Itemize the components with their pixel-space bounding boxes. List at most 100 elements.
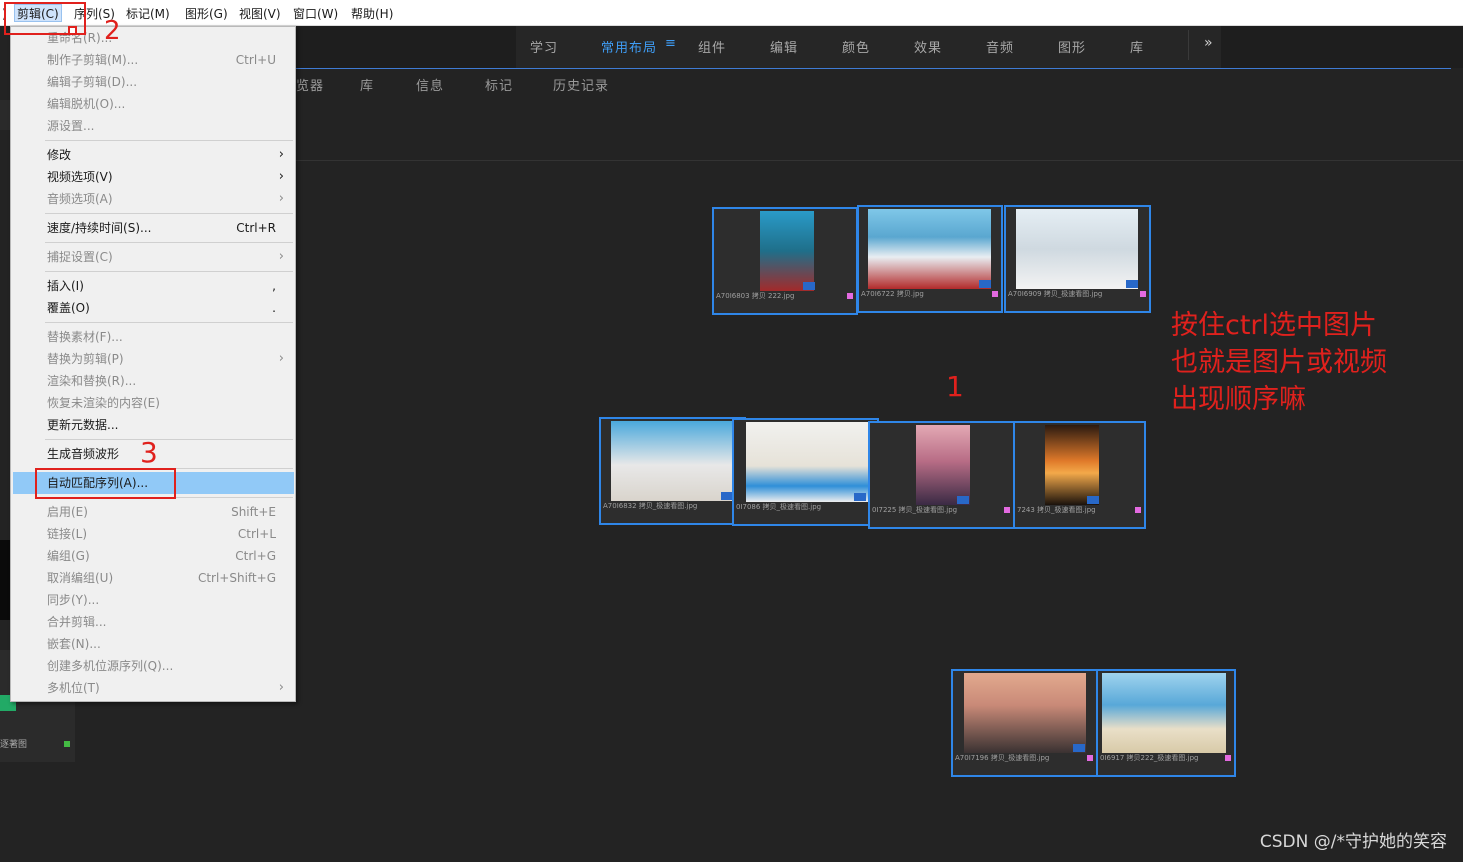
menu-item-speed-duration[interactable]: 速度/持续时间(S)... Ctrl+R	[13, 217, 294, 239]
ws-tab-learn[interactable]: 学习	[530, 37, 558, 56]
menu-item-label: 替换为剪辑(P)	[47, 352, 124, 366]
menu-item-synchronize[interactable]: 同步(Y)...	[13, 589, 294, 611]
menu-item-label: 音频选项(A)	[47, 192, 113, 206]
clip-caption: 0I7086 拷贝_极速看图.jpg	[736, 503, 822, 511]
menu-item-edit-offline[interactable]: 编辑脱机(O)...	[13, 93, 294, 115]
ws-tab-common-layout[interactable]: 常用布局	[601, 37, 657, 56]
left-clip-marker	[64, 741, 70, 747]
menu-item-overwrite[interactable]: 覆盖(O).	[13, 297, 294, 319]
thumbnail-clip[interactable]: A70I6803 拷贝 222.jpg	[712, 207, 858, 315]
panel-tab-browser[interactable]: 览器	[296, 75, 324, 94]
menu-item-audio-options[interactable]: 音频选项(A) ›	[13, 188, 294, 210]
menu-item-label: 嵌套(N)...	[47, 637, 101, 651]
ws-tab-libraries[interactable]: 库	[1130, 37, 1144, 56]
clip-badge-icon	[979, 280, 991, 288]
clip-badge-icon	[957, 496, 969, 504]
ws-tab-effects[interactable]: 效果	[914, 37, 942, 56]
menu-item-edit-subclip[interactable]: 编辑子剪辑(D)...	[13, 71, 294, 93]
ws-tab-assembly[interactable]: 组件	[698, 37, 726, 56]
clip-badge-icon	[803, 282, 815, 290]
thumbnail-clip[interactable]: A70I7196 拷贝_极速看图.jpg	[951, 669, 1098, 777]
menu-item-render-replace[interactable]: 渲染和替换(R)...	[13, 370, 294, 392]
menu-item-label: 更新元数据...	[47, 418, 119, 432]
menu-item-label: 渲染和替换(R)...	[47, 374, 137, 388]
menu-item-make-subclip[interactable]: 制作子剪辑(M)... Ctrl+U	[13, 49, 294, 71]
menu-item-multicam-source[interactable]: 创建多机位源序列(Q)...	[13, 655, 294, 677]
menu-item-link[interactable]: 链接(L) Ctrl+L	[13, 523, 294, 545]
menu-item-source-settings[interactable]: 源设置...	[13, 115, 294, 137]
menu-item-label: 覆盖(O)	[47, 301, 90, 315]
menu-separator	[45, 439, 293, 440]
submenu-chevron-icon: ›	[278, 191, 284, 206]
submenu-chevron-icon: ›	[278, 147, 284, 162]
panel-tab-history[interactable]: 历史记录	[553, 75, 609, 94]
menu-item-shortcut: Ctrl+G	[235, 549, 276, 563]
menu-view[interactable]: 视图(V)	[237, 5, 283, 23]
submenu-chevron-icon: ›	[278, 249, 284, 264]
clip-badge-icon	[1126, 280, 1138, 288]
clip-badge-icon	[854, 493, 866, 501]
ws-overflow-chevron-icon[interactable]: »	[1204, 35, 1213, 51]
annotation-note: 按住ctrl选中图片 也就是图片或视频 出现顺序嘛	[1171, 307, 1387, 418]
thumbnail-clip[interactable]: 0I7225 拷贝_极速看图.jpg	[868, 421, 1015, 529]
clip-image	[746, 422, 868, 502]
menu-item-update-metadata[interactable]: 更新元数据...	[13, 414, 294, 436]
panel-divider	[296, 160, 1463, 161]
annotation-handle	[68, 26, 77, 35]
clip-badge-icon	[1073, 744, 1085, 752]
menu-item-shortcut: .	[272, 301, 276, 315]
clip-menu-dropdown: 重命名(R)... 制作子剪辑(M)... Ctrl+U 编辑子剪辑(D)... …	[10, 26, 296, 702]
clip-image	[868, 209, 991, 289]
thumbnail-clip[interactable]: A70I6909 拷贝_极速看图.jpg	[1004, 205, 1151, 313]
thumbnail-clip[interactable]: A70I6832 拷贝_极速看图.jpg	[599, 417, 746, 525]
clip-label-color	[1004, 507, 1010, 513]
menu-item-label: 恢复未渲染的内容(E)	[47, 396, 160, 410]
menu-item-label: 创建多机位源序列(Q)...	[47, 659, 174, 673]
menu-item-video-options[interactable]: 视频选项(V) ›	[13, 166, 294, 188]
menu-item-capture-settings[interactable]: 捕捉设置(C) ›	[13, 246, 294, 268]
menu-item-label: 替换素材(F)...	[47, 330, 123, 344]
ws-menu-icon[interactable]: ≡	[665, 36, 676, 51]
menu-item-group[interactable]: 编组(G) Ctrl+G	[13, 545, 294, 567]
thumbnail-clip[interactable]: 7243 拷贝_极速看图.jpg	[1013, 421, 1146, 529]
menu-bar: ) 剪辑(C) 序列(S) 标记(M) 图形(G) 视图(V) 窗口(W) 帮助…	[0, 0, 1463, 26]
submenu-chevron-icon: ›	[278, 169, 284, 184]
ws-tab-audio[interactable]: 音频	[986, 37, 1014, 56]
thumbnail-clip[interactable]: A70I6722 拷贝.jpg	[857, 205, 1003, 313]
menu-item-replace-footage[interactable]: 替换素材(F)...	[13, 326, 294, 348]
panel-tab-info[interactable]: 信息	[416, 75, 444, 94]
menu-item-label: 取消编组(U)	[47, 571, 114, 585]
menu-item-label: 编辑脱机(O)...	[47, 97, 126, 111]
clip-image	[760, 211, 814, 291]
menu-window[interactable]: 窗口(W)	[291, 5, 340, 23]
thumbnail-clip[interactable]: 0I7086 拷贝_极速看图.jpg	[732, 418, 879, 526]
menu-item-ungroup[interactable]: 取消编组(U) Ctrl+Shift+G	[13, 567, 294, 589]
menu-item-insert[interactable]: 插入(I),	[13, 275, 294, 297]
clip-label-color	[992, 291, 998, 297]
submenu-chevron-icon: ›	[278, 680, 284, 695]
menu-marker[interactable]: 标记(M)	[124, 5, 172, 23]
menu-item-merge-clips[interactable]: 合并剪辑...	[13, 611, 294, 633]
menu-item-restore-unrendered[interactable]: 恢复未渲染的内容(E)	[13, 392, 294, 414]
panel-tab-libraries[interactable]: 库	[360, 75, 374, 94]
menu-item-shortcut: Ctrl+U	[235, 53, 276, 67]
menu-item-label: 编辑子剪辑(D)...	[47, 75, 138, 89]
watermark: CSDN @/*守护她的笑容	[1259, 832, 1447, 852]
panel-tab-markers[interactable]: 标记	[485, 75, 513, 94]
clip-caption: A70I6803 拷贝 222.jpg	[716, 292, 795, 300]
menu-item-replace-with-clip[interactable]: 替换为剪辑(P) ›	[13, 348, 294, 370]
clip-badge-icon	[1087, 496, 1099, 504]
menu-item-multicam[interactable]: 多机位(T) ›	[13, 677, 294, 699]
menu-item-label: 制作子剪辑(M)...	[47, 53, 139, 67]
menu-item-modify[interactable]: 修改 ›	[13, 144, 294, 166]
ws-tab-color[interactable]: 颜色	[842, 37, 870, 56]
thumbnail-clip[interactable]: 0I6917 拷贝222_极速看图.jpg	[1096, 669, 1236, 777]
left-clip-label: 逐著图	[0, 740, 28, 750]
ws-tab-graphics[interactable]: 图形	[1058, 37, 1086, 56]
menu-item-nest[interactable]: 嵌套(N)...	[13, 633, 294, 655]
menu-help[interactable]: 帮助(H)	[349, 5, 395, 23]
menu-item-enable[interactable]: 启用(E) Shift+E	[13, 501, 294, 523]
clip-image	[1045, 425, 1099, 505]
menu-graphics[interactable]: 图形(G)	[183, 5, 230, 23]
ws-tab-editing[interactable]: 编辑	[770, 37, 798, 56]
